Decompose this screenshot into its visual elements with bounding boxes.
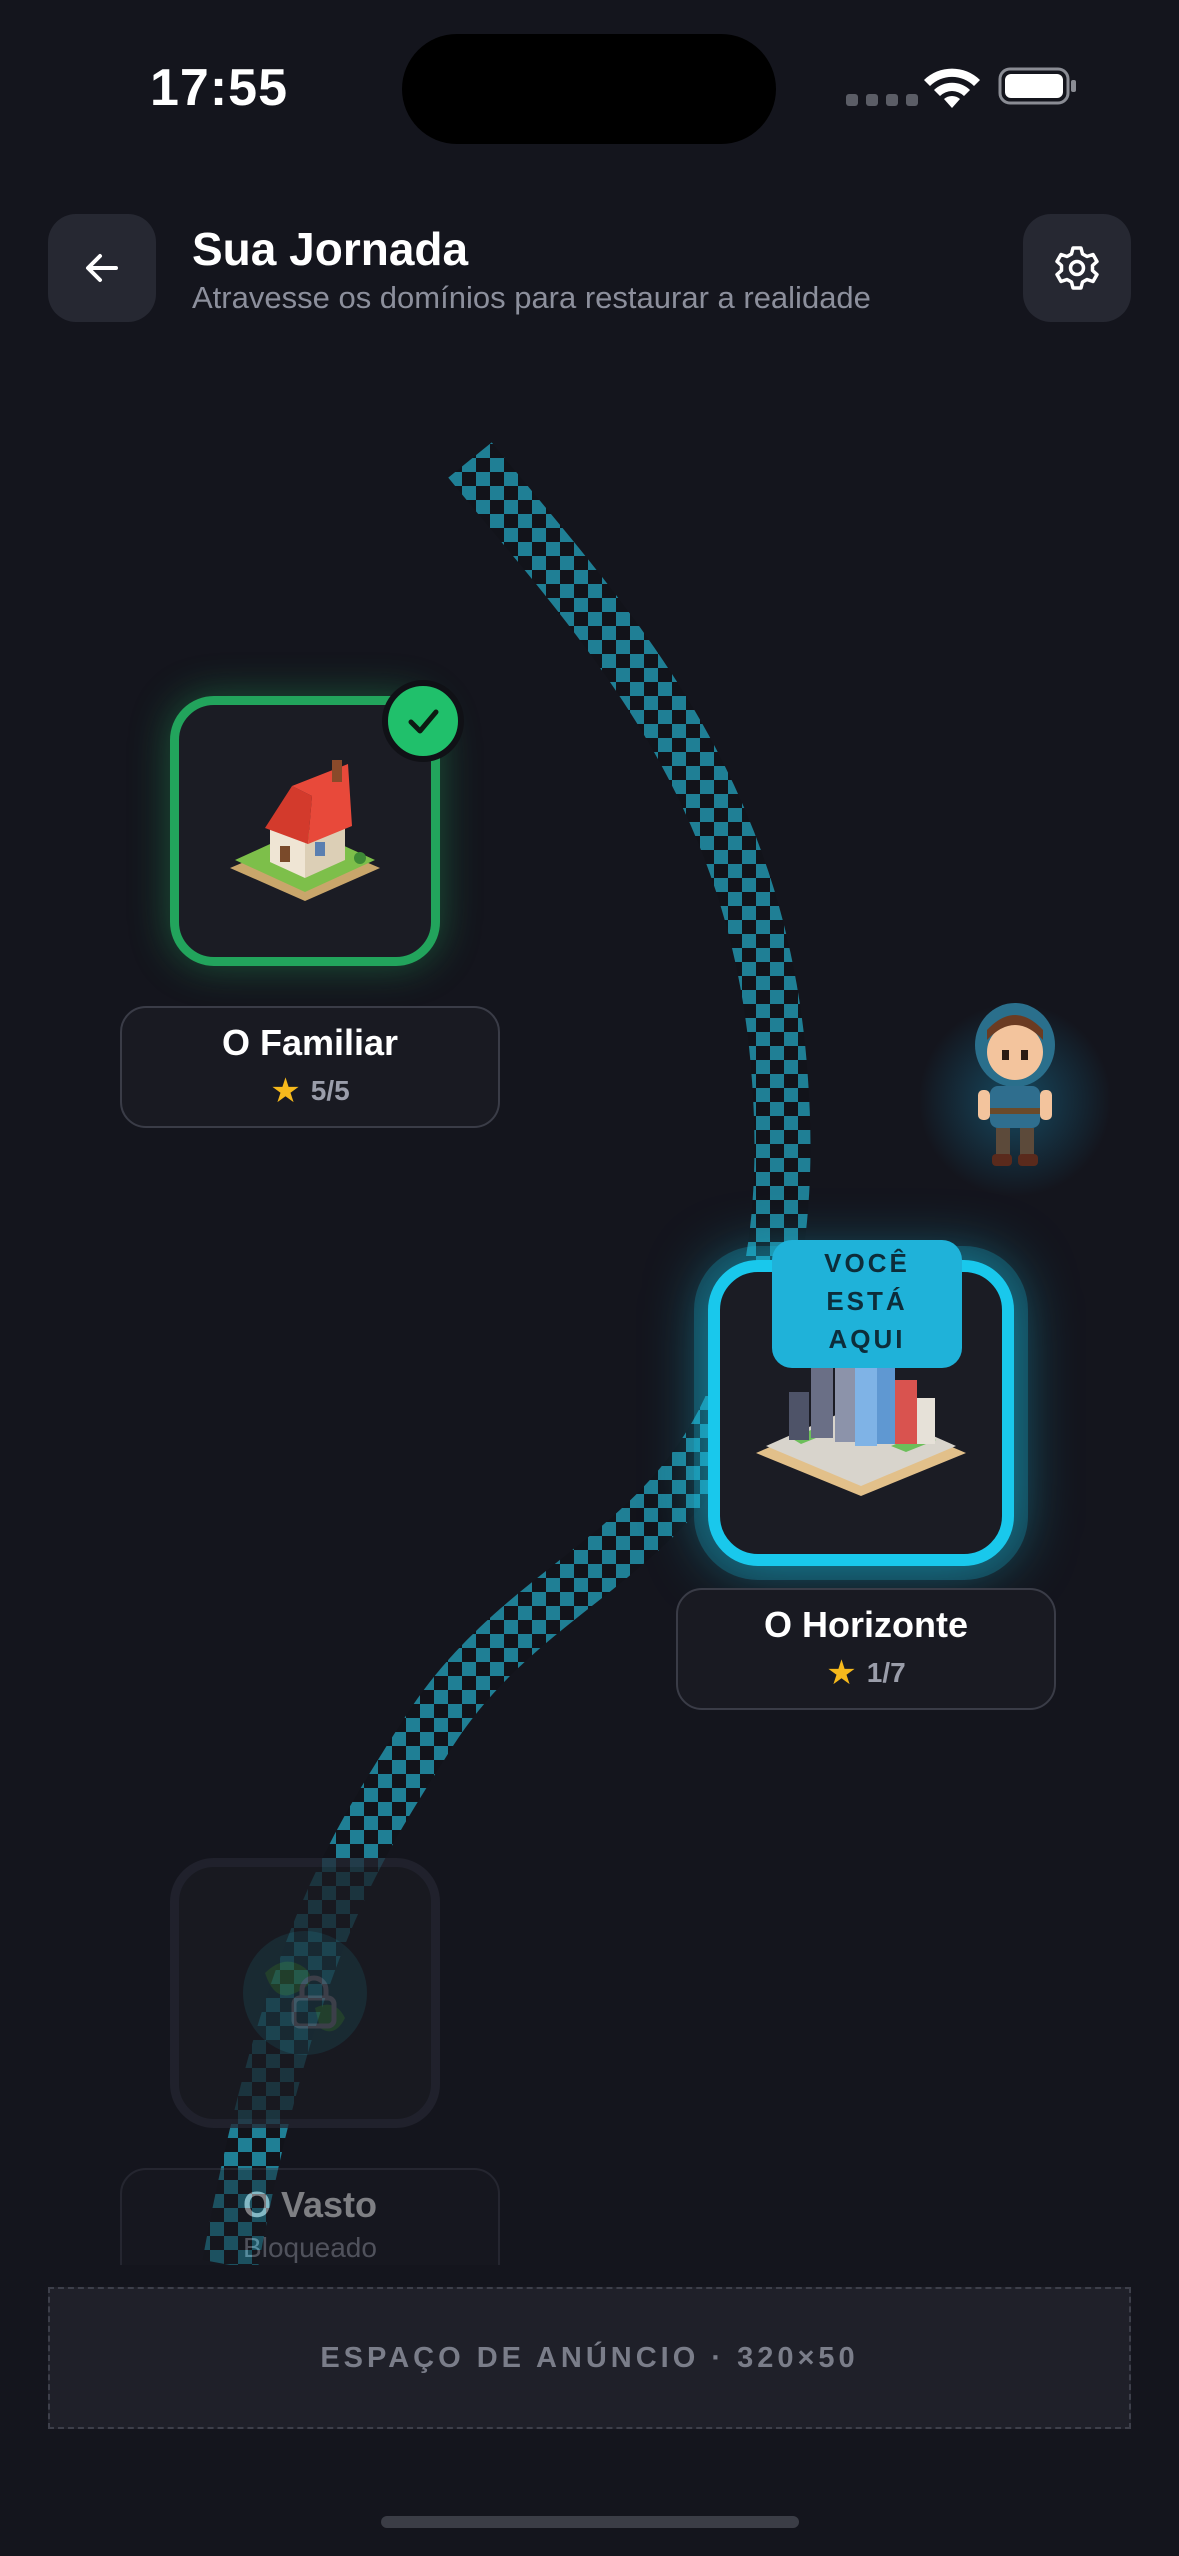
level-label-o-familiar[interactable]: O Familiar ★ 5/5 — [120, 1006, 500, 1128]
star-icon: ★ — [826, 1654, 857, 1692]
lock-icon — [291, 1975, 337, 2029]
level-name: O Horizonte — [764, 1604, 968, 1645]
level-tile-o-vasto[interactable] — [170, 1858, 440, 2128]
level-name: O Vasto — [242, 2184, 378, 2225]
journey-map[interactable]: O Familiar ★ 5/5 VOCÊ ESTÁ AQUI O Horizo… — [0, 360, 1179, 2265]
home-indicator[interactable] — [381, 2516, 799, 2528]
stars-count: 5/5 — [310, 1075, 350, 1106]
house-icon — [230, 760, 380, 901]
page-title: Sua Jornada — [192, 223, 469, 275]
arrow-left-icon — [86, 254, 118, 282]
wifi-icon — [924, 68, 980, 108]
status-bar: 17:55 — [0, 0, 1179, 180]
settings-button[interactable] — [1023, 214, 1131, 322]
check-icon — [408, 709, 439, 734]
header: Sua Jornada Atravesse os domínios para r… — [0, 210, 1179, 330]
battery-icon — [998, 67, 1076, 105]
locked-status: Bloqueado — [243, 2232, 377, 2263]
level-stars: ★ 5/5 — [122, 1074, 498, 1108]
you-are-here-badge: VOCÊ ESTÁ AQUI — [772, 1240, 962, 1368]
level-name: O Familiar — [221, 1022, 399, 1063]
cellular-signal-icon — [846, 94, 918, 106]
gear-icon — [1055, 246, 1099, 290]
page-subtitle: Atravesse os domínios para restaurar a r… — [192, 280, 871, 315]
stars-count: 1/7 — [866, 1657, 906, 1688]
back-button[interactable] — [48, 214, 156, 322]
level-label-o-horizonte[interactable]: O Horizonte ★ 1/7 — [676, 1588, 1056, 1710]
level-label-o-vasto[interactable]: O Vasto Bloqueado — [120, 2168, 500, 2265]
dynamic-island — [402, 34, 776, 144]
completed-badge — [382, 680, 464, 762]
ad-banner-placeholder[interactable]: ESPAÇO DE ANÚNCIO · 320×50 — [48, 2287, 1131, 2429]
level-stars: ★ 1/7 — [678, 1656, 1054, 1690]
star-icon: ★ — [270, 1072, 301, 1110]
player-avatar — [975, 1003, 1055, 1166]
status-time: 17:55 — [150, 59, 288, 117]
